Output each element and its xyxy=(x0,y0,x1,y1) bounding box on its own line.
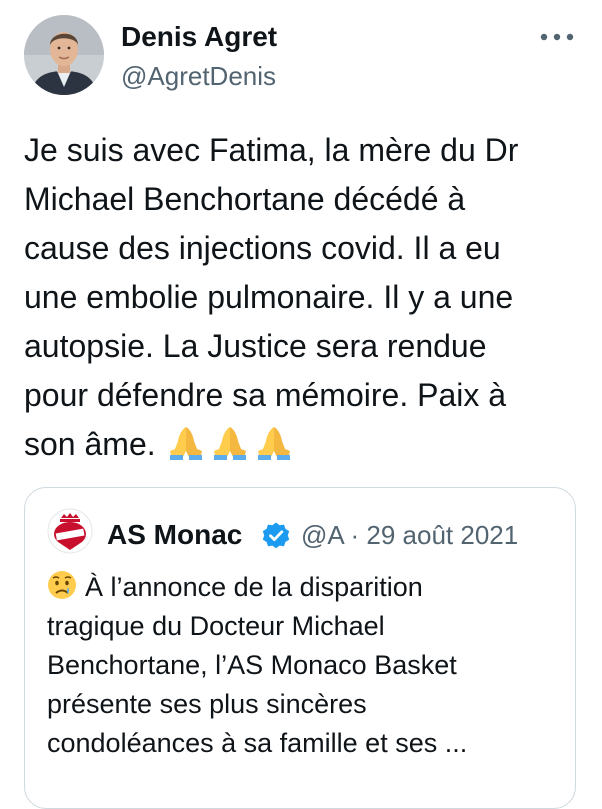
folded-hands-icon xyxy=(169,427,202,460)
author-handle[interactable]: @AgretDenis xyxy=(121,58,276,94)
emoji-row xyxy=(164,421,296,461)
quoted-author-name[interactable]: AS Monac xyxy=(107,518,242,552)
crying-face-icon xyxy=(48,571,76,599)
avatar-photo xyxy=(24,15,104,95)
verified-badge-icon xyxy=(262,522,290,549)
more-horizontal-icon xyxy=(540,33,574,41)
tweet-text: Je suis avec Fatima, la mère du Dr Micha… xyxy=(24,126,584,469)
quoted-meta: @A · 29 août 2021 xyxy=(301,520,519,550)
quoted-body: À l’annonce de la disparition tragique d… xyxy=(47,572,468,758)
more-options-button[interactable] xyxy=(532,22,582,52)
as-monaco-logo-icon xyxy=(47,508,93,554)
tweet-body: Je suis avec Fatima, la mère du Dr Micha… xyxy=(24,132,519,462)
folded-hands-icon xyxy=(213,427,246,460)
avatar[interactable] xyxy=(24,15,104,95)
quoted-tweet-text: À l’annonce de la disparition tragique d… xyxy=(47,568,557,763)
author-name[interactable]: Denis Agret xyxy=(121,19,277,55)
quoted-tweet-card[interactable]: AS Monac @A · 29 août 2021 À l’annonce d… xyxy=(24,487,576,809)
folded-hands-icon xyxy=(257,427,290,460)
